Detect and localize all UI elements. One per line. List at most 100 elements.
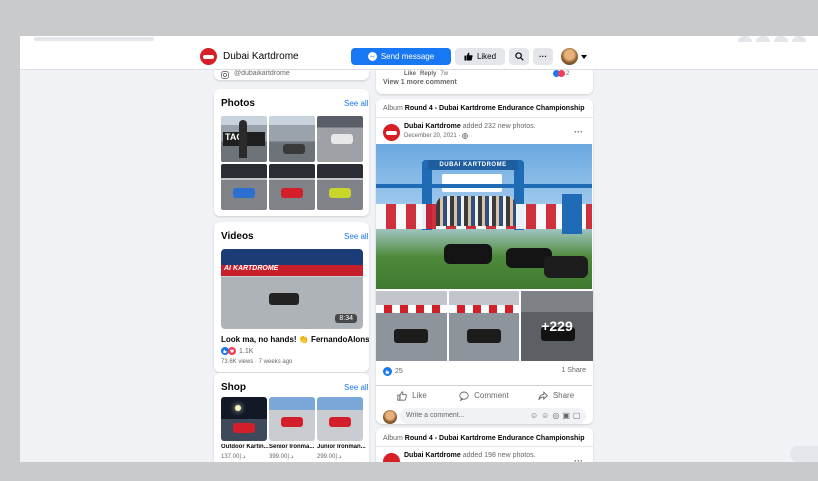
- share-button[interactable]: Share: [520, 386, 592, 405]
- shop-item-image[interactable]: [269, 397, 315, 441]
- video-banner: AI KARTDROME: [221, 265, 363, 276]
- love-reaction-icon: [558, 70, 565, 77]
- photos-title: Photos: [221, 98, 255, 109]
- comment-button[interactable]: Comment: [448, 386, 520, 405]
- photo-thumbnail[interactable]: [269, 116, 315, 162]
- page-name[interactable]: Dubai Kartdrome: [223, 51, 299, 62]
- photos-card: Photos See all TAG: [214, 89, 369, 216]
- more-options-button[interactable]: ···: [533, 48, 553, 65]
- comment-reactions[interactable]: 2: [553, 70, 569, 77]
- post-share-count[interactable]: 1 Share: [561, 367, 586, 374]
- post-author-line: Dubai Kartdrome added 232 new photos.: [404, 123, 536, 130]
- album-sub-photo[interactable]: [376, 291, 447, 361]
- photo-thumbnail[interactable]: [269, 164, 315, 210]
- videos-card: Videos See all AI KARTDROME 8:34 Look ma…: [214, 222, 369, 372]
- videos-see-all-link[interactable]: See all: [344, 232, 368, 241]
- album-header[interactable]: Album Round 4 - Dubai Kartdrome Enduranc…: [383, 105, 584, 112]
- comment-label: Comment: [474, 391, 509, 400]
- post-author[interactable]: Dubai Kartdrome: [404, 123, 461, 130]
- video-duration: 8:34: [335, 314, 357, 323]
- liked-label: Liked: [476, 52, 497, 61]
- send-message-button[interactable]: Send message: [351, 48, 451, 65]
- post-reaction-count: 25: [395, 368, 403, 375]
- intro-card: @dubaikartdrome: [214, 70, 369, 80]
- album-more-photos[interactable]: +229: [521, 291, 593, 361]
- profile-switcher[interactable]: [561, 47, 591, 66]
- comment-tool-icons[interactable]: ☺☺◎▣▢: [530, 411, 583, 420]
- shop-item-image[interactable]: [317, 397, 363, 441]
- shop-item-price: 399.00د.إ: [269, 454, 294, 460]
- share-icon: [538, 390, 548, 400]
- post-date-line[interactable]: December 20, 2021 ·: [404, 133, 469, 139]
- video-reactions[interactable]: 1.1K: [221, 347, 253, 355]
- instagram-icon: [221, 71, 229, 79]
- share-label: Share: [552, 391, 575, 400]
- comment-reply-link[interactable]: Reply: [420, 71, 436, 77]
- send-message-label: Send message: [380, 52, 435, 61]
- shop-card: Shop See all Outdoor Kartin... Senior Ir…: [214, 373, 369, 462]
- shop-see-all-link[interactable]: See all: [344, 383, 368, 392]
- shop-item-name[interactable]: Outdoor Kartin...: [221, 444, 269, 450]
- photo-thumbnail[interactable]: [317, 164, 363, 210]
- post-actions: Like Comment Share: [376, 385, 592, 405]
- video-thumbnail[interactable]: AI KARTDROME 8:34: [221, 249, 363, 329]
- videos-title: Videos: [221, 231, 254, 242]
- album-name[interactable]: Round 4 - Dubai Kartdrome Endurance Cham…: [405, 435, 585, 442]
- like-button[interactable]: Like: [376, 386, 448, 405]
- page-search-button[interactable]: [509, 48, 529, 65]
- comment-input[interactable]: Write a comment... ☺☺◎▣▢: [400, 408, 586, 424]
- thumbs-up-icon: [464, 52, 473, 61]
- post-options-icon[interactable]: ···: [574, 127, 583, 137]
- post-reactions[interactable]: 25: [383, 367, 403, 376]
- new-message-button[interactable]: [790, 446, 818, 462]
- search-pill[interactable]: [34, 37, 154, 41]
- shop-item-name[interactable]: Senior Ironma...: [269, 444, 317, 450]
- crowd: [436, 196, 516, 226]
- avatar: [561, 48, 578, 65]
- chevron-down-icon: [581, 54, 587, 59]
- post-options-icon[interactable]: ···: [574, 456, 583, 462]
- post-author[interactable]: Dubai Kartdrome: [404, 452, 461, 459]
- author-avatar[interactable]: [383, 124, 400, 141]
- photo-thumbnail[interactable]: [317, 116, 363, 162]
- album-header[interactable]: Album Round 4 - Dubai Kartdrome Enduranc…: [383, 435, 584, 442]
- commenter-avatar[interactable]: [383, 410, 397, 424]
- post-action: added 198 new photos.: [462, 452, 536, 459]
- album-main-photo[interactable]: DUBAI KARTDROME: [376, 144, 592, 289]
- album-sub-photo[interactable]: [449, 291, 519, 361]
- photo-thumbnail[interactable]: [221, 164, 267, 210]
- like-reaction-icon: [383, 367, 392, 376]
- comment-age: 7w: [440, 71, 449, 77]
- ellipsis-icon: ···: [539, 52, 547, 61]
- comment-like-link[interactable]: Like: [404, 71, 416, 77]
- author-avatar[interactable]: [383, 453, 400, 462]
- album-prefix: Album: [383, 435, 403, 442]
- globe-icon: [462, 133, 469, 139]
- photos-see-all-link[interactable]: See all: [344, 99, 368, 108]
- messenger-icon: [367, 52, 377, 61]
- view-more-comments-link[interactable]: View 1 more comment: [383, 79, 457, 86]
- shop-item-image[interactable]: [221, 397, 267, 441]
- album-name[interactable]: Round 4 - Dubai Kartdrome Endurance Cham…: [405, 105, 585, 112]
- post-date: December 20, 2021 ·: [404, 133, 461, 139]
- photo-thumbnail[interactable]: TAG: [221, 116, 267, 162]
- comment-reaction-count: 2: [566, 70, 570, 77]
- comment-placeholder: Write a comment...: [406, 412, 465, 419]
- search-icon: [514, 52, 524, 61]
- video-caption[interactable]: Look ma, no hands! 👏 FernandoAlonso...: [221, 335, 369, 344]
- thumbs-up-icon: [397, 390, 407, 401]
- album-prefix: Album: [383, 105, 403, 112]
- more-photos-count: +229: [521, 291, 593, 361]
- shop-item-price: 299.00د.إ: [317, 454, 342, 460]
- video-meta: 73.6K views · 7 weeks ago: [221, 359, 293, 365]
- page-logo[interactable]: [200, 48, 217, 65]
- shop-item-name[interactable]: Junior Ironman...: [317, 444, 367, 450]
- album-post-2: Album Round 4 - Dubai Kartdrome Enduranc…: [376, 428, 593, 462]
- album-post: Album Round 4 - Dubai Kartdrome Enduranc…: [376, 99, 593, 424]
- arch-banner: DUBAI KARTDROME: [428, 160, 518, 170]
- shop-item-price: 137.00د.إ: [221, 454, 246, 460]
- instagram-handle[interactable]: @dubaikartdrome: [234, 70, 290, 77]
- post-author-line: Dubai Kartdrome added 198 new photos.: [404, 452, 536, 459]
- liked-button[interactable]: Liked: [455, 48, 505, 65]
- shop-title: Shop: [221, 382, 246, 393]
